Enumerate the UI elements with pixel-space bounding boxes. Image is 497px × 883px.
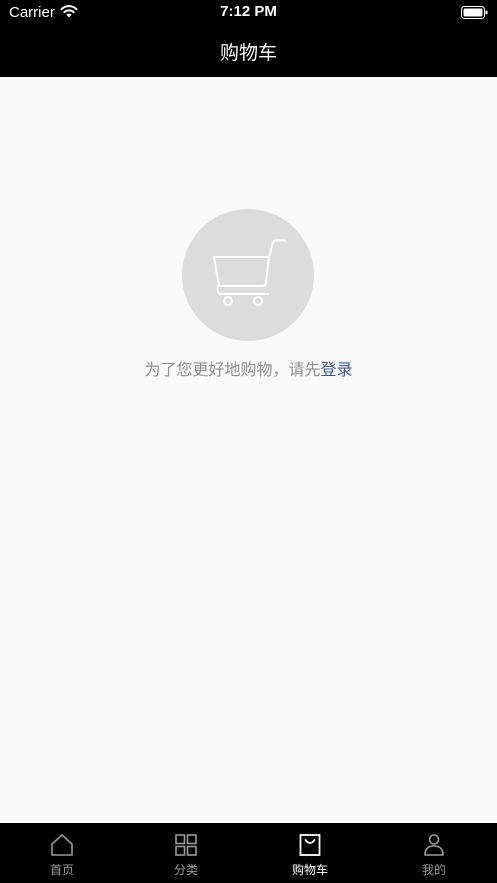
clock: 7:12 PM: [220, 3, 277, 20]
navigation-bar: 购物车: [0, 26, 497, 77]
login-prompt-text: 为了您更好地购物，请先: [144, 360, 321, 379]
tab-cart-label: 购物车: [291, 863, 328, 877]
empty-cart-illustration: [182, 209, 314, 341]
tab-bar: 首页 分类 购物车 我的: [0, 823, 497, 883]
tab-profile-label: 我的: [421, 863, 446, 877]
tab-profile[interactable]: 我的: [372, 823, 496, 883]
home-icon: [51, 834, 73, 856]
shopping-bag-icon: [299, 834, 321, 856]
shopping-cart-icon: [213, 239, 286, 306]
status-bar: Carrier 7:12 PM: [0, 0, 497, 26]
page-title: 购物车: [219, 42, 277, 64]
tab-category-label: 分类: [173, 863, 198, 877]
login-link[interactable]: 登录: [321, 360, 353, 379]
empty-cart-message: 为了您更好地购物，请先登录: [0, 356, 497, 380]
tab-category[interactable]: 分类: [124, 823, 248, 883]
grid-icon: [175, 834, 197, 856]
battery-icon: [461, 6, 488, 19]
user-icon: [424, 834, 444, 856]
tab-home-label: 首页: [49, 863, 74, 877]
tab-cart[interactable]: 购物车: [248, 823, 372, 883]
cart-content: 为了您更好地购物，请先登录: [0, 77, 497, 823]
tab-home[interactable]: 首页: [0, 823, 124, 883]
